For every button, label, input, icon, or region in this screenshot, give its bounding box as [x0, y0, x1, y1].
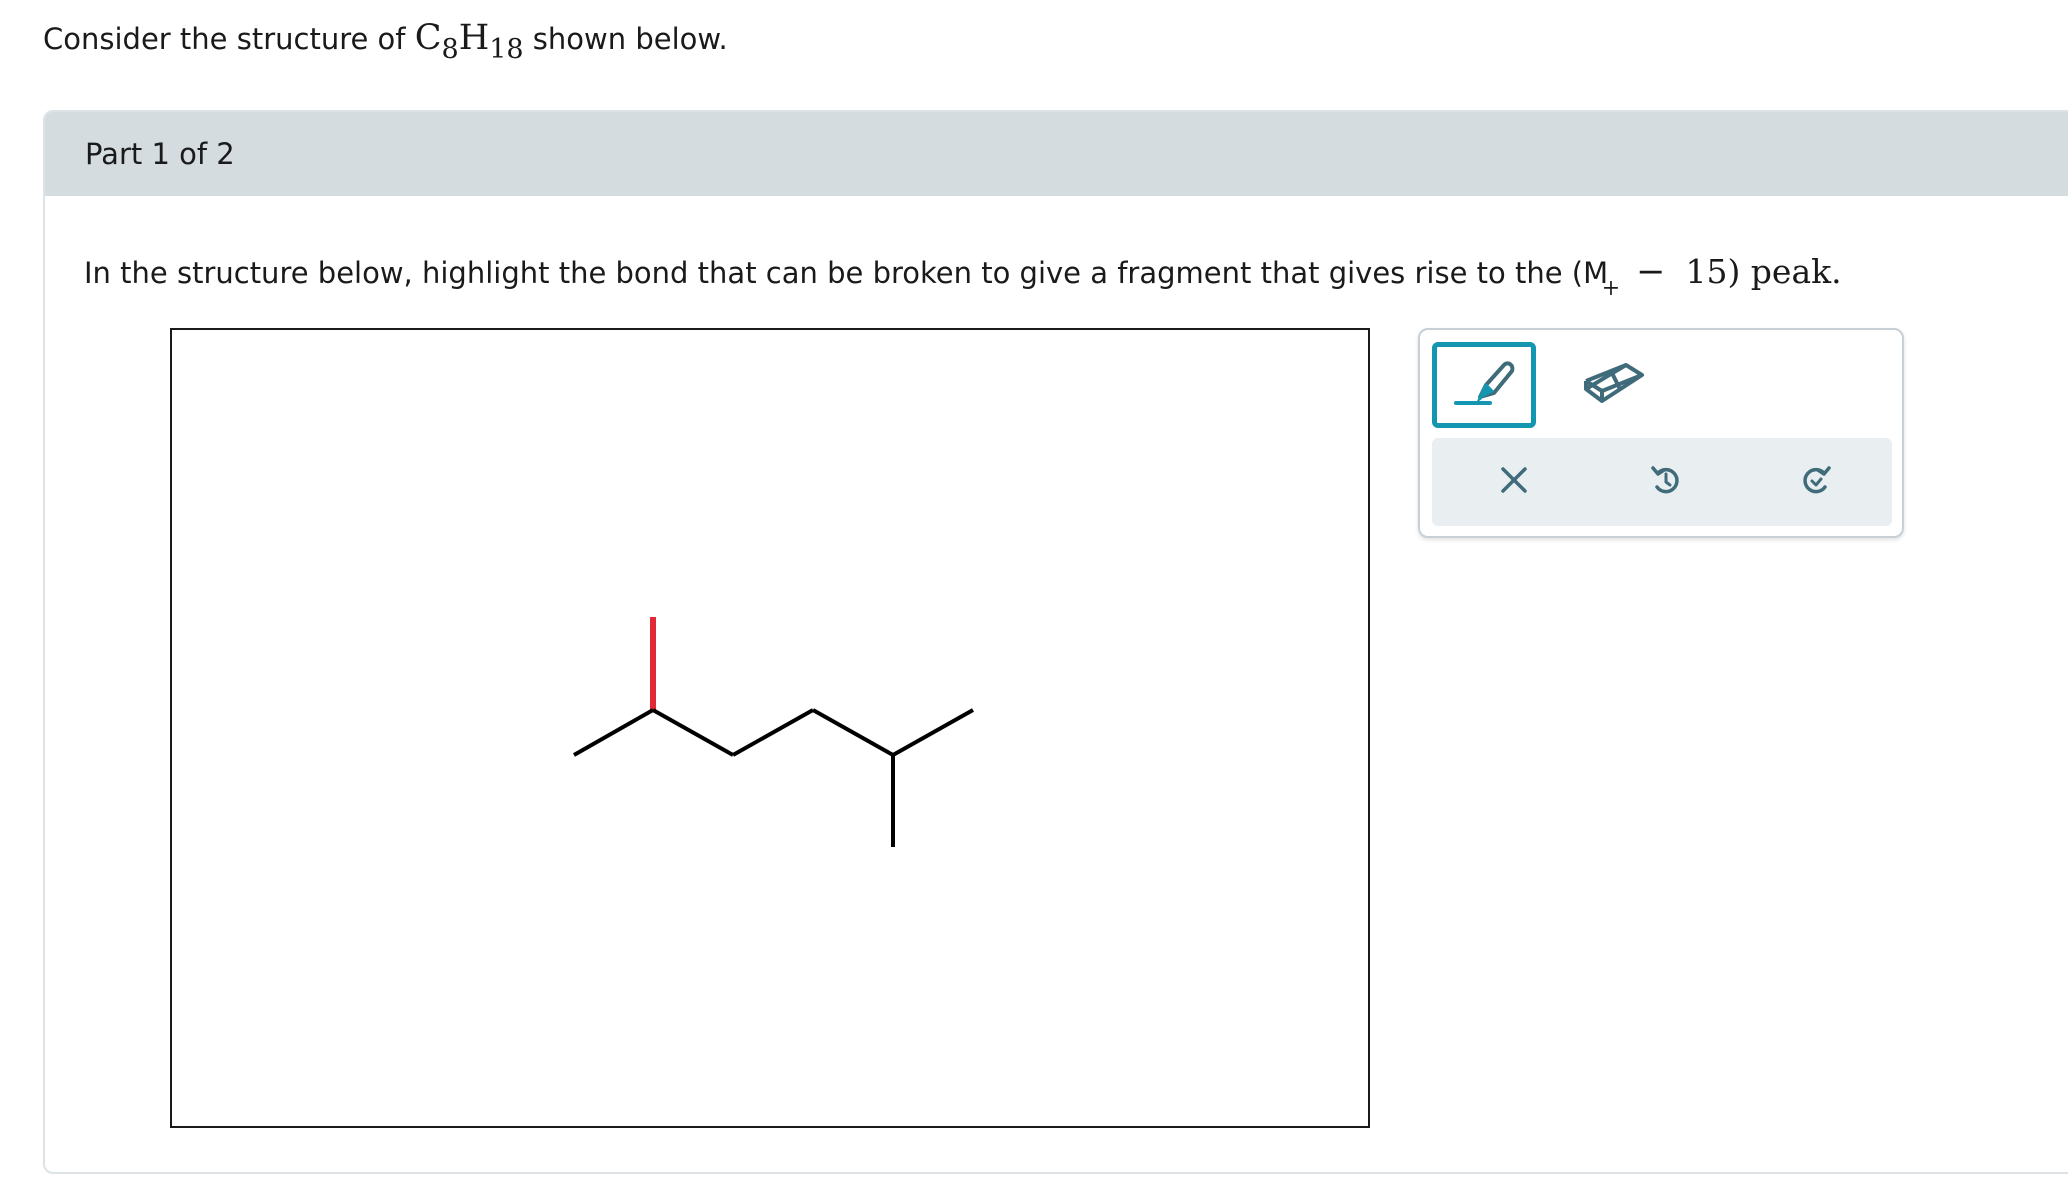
- minus-sign: −: [1636, 252, 1666, 292]
- action-bar: [1432, 438, 1892, 526]
- formula-hydrogen: H: [458, 18, 490, 58]
- formula-hydrogen-count: 18: [489, 34, 524, 65]
- structure-canvas[interactable]: [170, 328, 1370, 1128]
- chemical-formula: C8H18: [414, 18, 524, 63]
- eraser-icon: [1582, 361, 1646, 409]
- bond-1[interactable]: [573, 708, 654, 757]
- part-label: Part 1 of 2: [85, 137, 235, 171]
- bond-2[interactable]: [652, 708, 734, 757]
- part-header: Part 1 of 2: [45, 112, 2068, 196]
- question-body: In the structure below, highlight the bo…: [84, 256, 1609, 290]
- redo-button[interactable]: [1790, 456, 1842, 508]
- bond-3[interactable]: [732, 708, 814, 757]
- eraser-tool-button[interactable]: [1562, 342, 1666, 428]
- formula-carbon: C: [414, 18, 442, 58]
- question-tail-number: 15) peak.: [1685, 252, 1841, 291]
- highlighter-icon: [1446, 351, 1522, 419]
- intro-suffix: shown below.: [523, 22, 728, 56]
- molecule-drawing: [573, 617, 974, 847]
- question-tail: 15) peak.: [1685, 252, 1842, 291]
- close-icon: [1499, 465, 1529, 499]
- intro-text: Consider the structure of C8H18 shown be…: [43, 14, 728, 63]
- undo-button[interactable]: [1640, 456, 1692, 508]
- redo-icon: [1799, 463, 1833, 501]
- tool-palette: [1418, 328, 1904, 538]
- molecular-ion-charge: +: [1601, 276, 1621, 301]
- formula-carbon-count: 8: [441, 34, 459, 65]
- undo-icon: [1649, 463, 1683, 501]
- clear-button[interactable]: [1488, 456, 1540, 508]
- bond-4[interactable]: [812, 708, 894, 757]
- intro-prefix: Consider the structure of: [43, 22, 415, 56]
- highlighter-tool-button[interactable]: [1432, 342, 1536, 428]
- question-text: In the structure below, highlight the bo…: [84, 240, 1842, 305]
- bond-5[interactable]: [892, 708, 974, 757]
